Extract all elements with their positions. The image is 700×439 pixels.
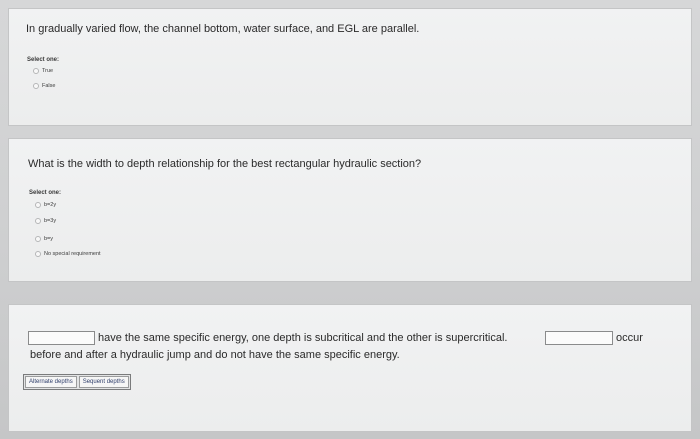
option-label: b=2y bbox=[44, 202, 57, 208]
question-1-option-true[interactable]: True bbox=[33, 68, 53, 74]
radio-icon[interactable] bbox=[35, 251, 41, 257]
option-label: b=y bbox=[44, 236, 54, 242]
answer-choices: Alternate depths Sequent depths bbox=[23, 374, 131, 390]
radio-icon[interactable] bbox=[33, 83, 39, 89]
question-2-text: What is the width to depth relationship … bbox=[28, 158, 422, 170]
radio-icon[interactable] bbox=[35, 218, 41, 224]
question-2-option-no-special[interactable]: No special requirement bbox=[35, 251, 101, 257]
choice-sequent-depths[interactable]: Sequent depths bbox=[78, 376, 129, 388]
question-3-text-part-2: occur bbox=[616, 332, 643, 344]
option-label: No special requirement bbox=[44, 251, 101, 257]
choice-alternate-depths[interactable]: Alternate depths bbox=[25, 376, 77, 388]
radio-icon[interactable] bbox=[35, 202, 41, 208]
question-2-option-by[interactable]: b=y bbox=[35, 236, 53, 242]
question-1-select-label: Select one: bbox=[27, 57, 60, 63]
drop-blank-2[interactable] bbox=[545, 331, 613, 345]
radio-icon[interactable] bbox=[33, 68, 39, 74]
question-3-card: have the same specific energy, one depth… bbox=[8, 304, 692, 432]
radio-icon[interactable] bbox=[35, 236, 41, 242]
question-3-text-part-1: have the same specific energy, one depth… bbox=[98, 332, 508, 344]
question-2-select-label: Select one: bbox=[29, 190, 62, 196]
question-1-option-false[interactable]: False bbox=[33, 83, 55, 89]
question-2-option-b3y[interactable]: b=3y bbox=[35, 218, 56, 224]
option-label: True bbox=[42, 68, 54, 74]
question-2-card: What is the width to depth relationship … bbox=[8, 138, 692, 282]
drop-blank-1[interactable] bbox=[28, 331, 95, 345]
question-1-card: In gradually varied flow, the channel bo… bbox=[8, 8, 692, 126]
question-1-text: In gradually varied flow, the channel bo… bbox=[26, 23, 420, 35]
option-label: False bbox=[42, 83, 56, 89]
option-label: b=3y bbox=[44, 218, 57, 224]
quiz-page: In gradually varied flow, the channel bo… bbox=[0, 0, 700, 439]
question-3-text-part-3: before and after a hydraulic jump and do… bbox=[30, 349, 400, 361]
question-2-option-b2y[interactable]: b=2y bbox=[35, 202, 56, 208]
